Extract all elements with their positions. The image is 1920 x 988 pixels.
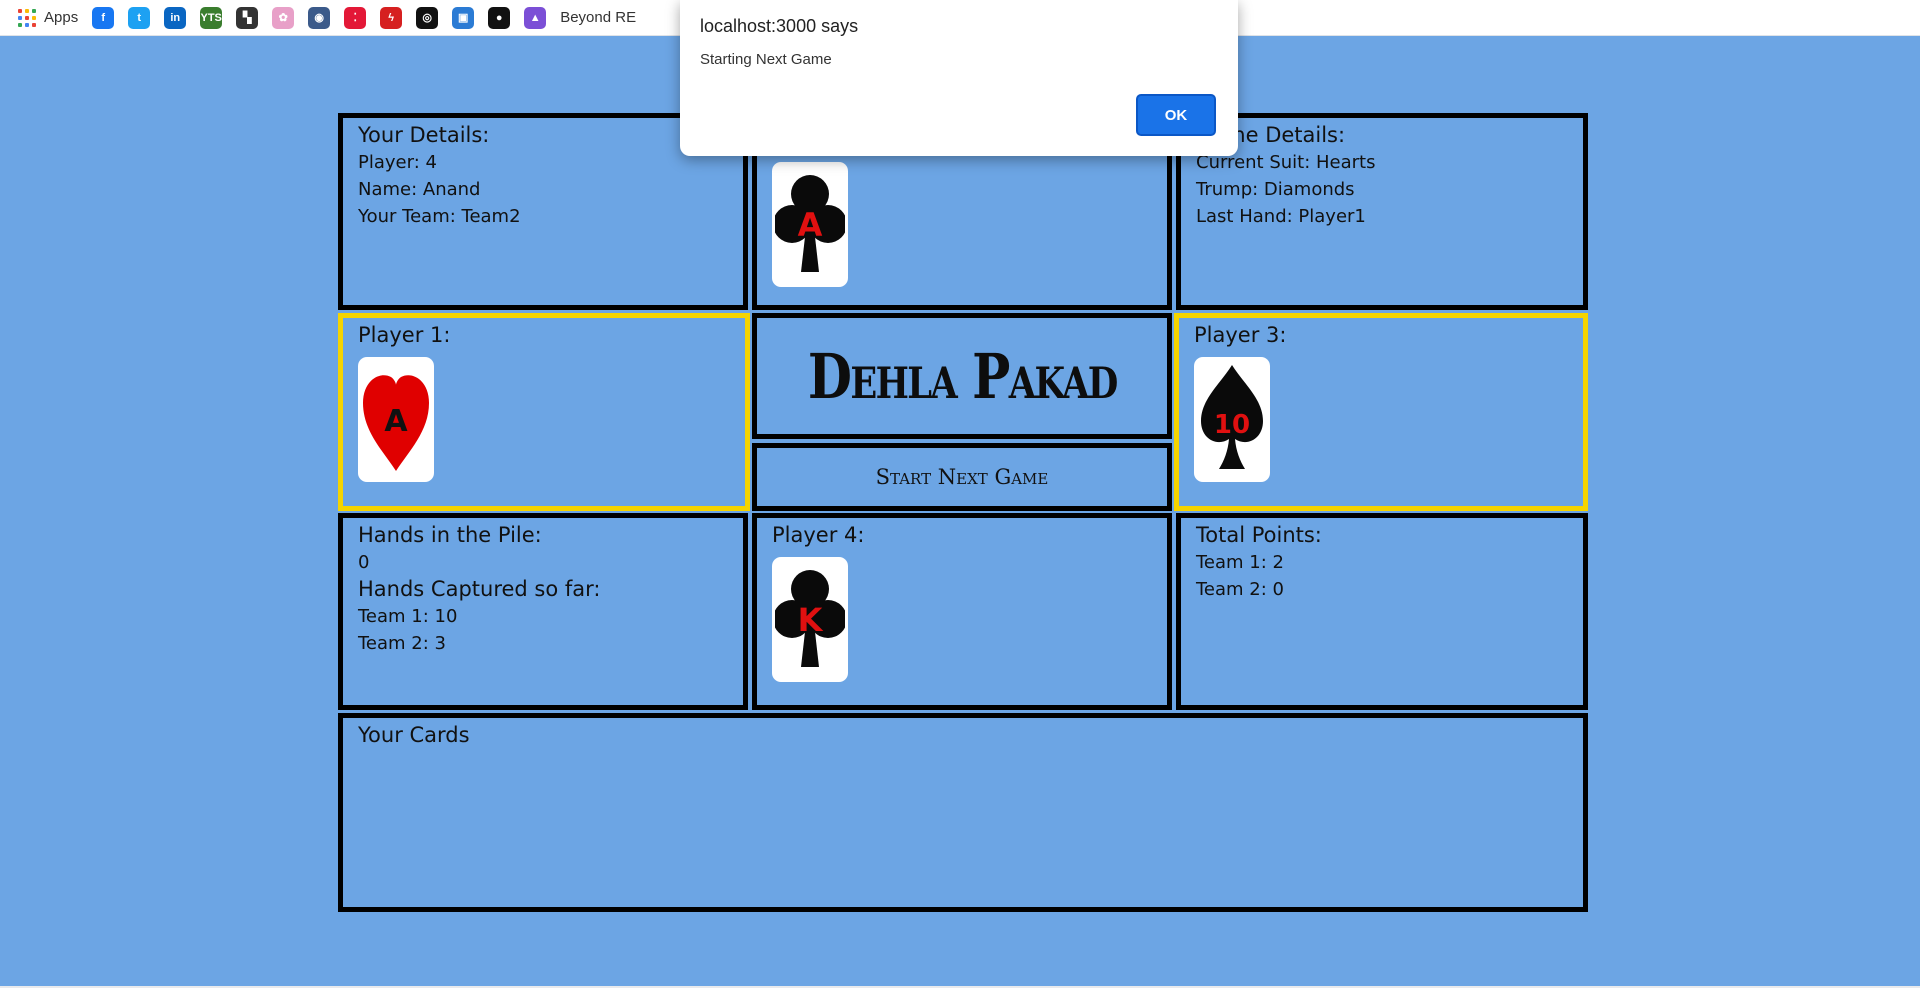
player1-panel: Player 1: A (338, 313, 750, 511)
your-team: Your Team: Team2 (358, 206, 521, 227)
club-suit-icon: A (775, 174, 845, 272)
player1-heading: Player 1: (358, 323, 451, 347)
club-suit-icon: K (775, 569, 845, 667)
ok-button[interactable]: OK (1136, 94, 1216, 136)
points-team1: Team 1: 2 (1196, 552, 1284, 573)
current-suit: Current Suit: Hearts (1196, 152, 1376, 173)
player3-card-rank: 10 (1214, 410, 1250, 440)
player1-card-rank: A (384, 404, 408, 439)
title-panel: Dehla Pakad (752, 313, 1172, 439)
pile-count: 0 (358, 552, 370, 573)
player4-heading: Player 4: (772, 523, 865, 547)
player2-card: A (772, 162, 848, 287)
player4-card: K (772, 557, 848, 682)
captured-heading: Hands Captured so far: (358, 577, 601, 601)
player3-heading: Player 3: (1194, 323, 1287, 347)
player4-panel: Player 4: K (752, 513, 1172, 710)
heart-suit-icon: A (363, 374, 429, 471)
dialog-message: Starting Next Game (700, 51, 832, 68)
game-title: Dehla Pakad (807, 339, 1118, 413)
spade-suit-icon: 10 (1201, 364, 1263, 469)
player2-card-rank: A (798, 206, 823, 244)
trump-suit: Trump: Diamonds (1196, 179, 1355, 200)
pile-heading: Hands in the Pile: (358, 523, 542, 547)
pile-panel: Hands in the Pile: 0 Hands Captured so f… (338, 513, 748, 710)
game-details-heading: Game Details: (1196, 123, 1346, 147)
dialog-title: localhost:3000 says (700, 16, 859, 36)
last-hand: Last Hand: Player1 (1196, 206, 1366, 227)
your-cards-heading: Your Cards (358, 723, 470, 747)
points-heading: Total Points: (1196, 523, 1322, 547)
your-cards-panel: Your Cards (338, 713, 1588, 912)
start-next-game-button[interactable]: Start Next Game (870, 464, 1055, 490)
player1-card: A (358, 357, 434, 482)
player4-card-rank: K (798, 601, 824, 639)
your-name: Name: Anand (358, 179, 481, 200)
points-panel: Total Points: Team 1: 2 Team 2: 0 (1176, 513, 1588, 710)
captured-team1: Team 1: 10 (358, 606, 458, 627)
captured-team2: Team 2: 3 (358, 633, 446, 654)
player3-card: 10 (1194, 357, 1270, 482)
points-team2: Team 2: 0 (1196, 579, 1284, 600)
alert-dialog: localhost:3000 says Starting Next Game O… (680, 0, 1238, 156)
start-next-game-panel: Start Next Game (752, 443, 1172, 511)
player3-panel: Player 3: 10 (1174, 313, 1588, 511)
